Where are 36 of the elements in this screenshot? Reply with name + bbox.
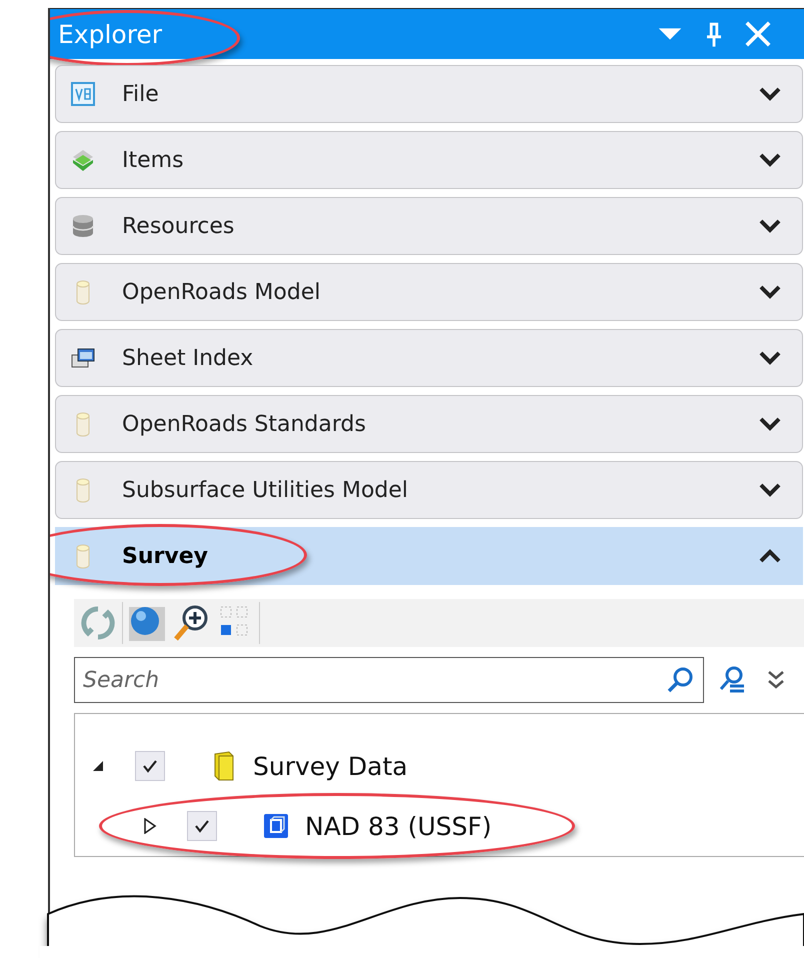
chevron-down-icon xyxy=(758,152,782,168)
file-logo-icon xyxy=(70,81,96,107)
section-header[interactable]: Items xyxy=(55,131,803,189)
section-label: OpenRoads Model xyxy=(122,280,320,304)
section-label: Sheet Index xyxy=(122,346,254,370)
user-search-icon[interactable] xyxy=(718,666,746,694)
tree-item-label[interactable]: Survey Data xyxy=(253,752,408,780)
chevron-down-icon xyxy=(758,86,782,102)
panel-title: Explorer xyxy=(58,20,162,48)
section-header[interactable]: Resources xyxy=(55,197,803,255)
checkbox[interactable] xyxy=(135,751,165,781)
section-label: OpenRoads Standards xyxy=(122,412,366,436)
section-label: Subsurface Utilities Model xyxy=(122,478,408,502)
section-header[interactable]: OpenRoads Model xyxy=(55,263,803,321)
chevron-down-icon xyxy=(758,284,782,300)
layers-icon xyxy=(70,147,96,173)
section-label: File xyxy=(122,82,159,106)
search-icon[interactable] xyxy=(666,666,694,694)
checkbox[interactable] xyxy=(187,811,217,841)
section-label: Resources xyxy=(122,214,234,238)
tree-item-label[interactable]: NAD 83 (USSF) xyxy=(305,812,492,840)
database-icon xyxy=(70,213,96,239)
chevron-down-icon xyxy=(758,218,782,234)
section-header[interactable]: Subsurface Utilities Model xyxy=(55,461,803,519)
section-label: Survey xyxy=(122,544,208,568)
section-label: Items xyxy=(122,148,184,172)
section-header[interactable]: OpenRoads Standards xyxy=(55,395,803,453)
chevron-down-icon xyxy=(758,482,782,498)
section-header[interactable]: File xyxy=(55,65,803,123)
chevron-up-icon xyxy=(758,548,782,564)
close-icon[interactable] xyxy=(744,20,772,48)
chevron-down-icon xyxy=(758,416,782,432)
section-header[interactable]: Sheet Index xyxy=(55,329,803,387)
search-field[interactable]: Search xyxy=(74,657,704,703)
chevron-down-icon xyxy=(758,350,782,366)
collapsed-triangle-icon[interactable] xyxy=(143,818,157,834)
